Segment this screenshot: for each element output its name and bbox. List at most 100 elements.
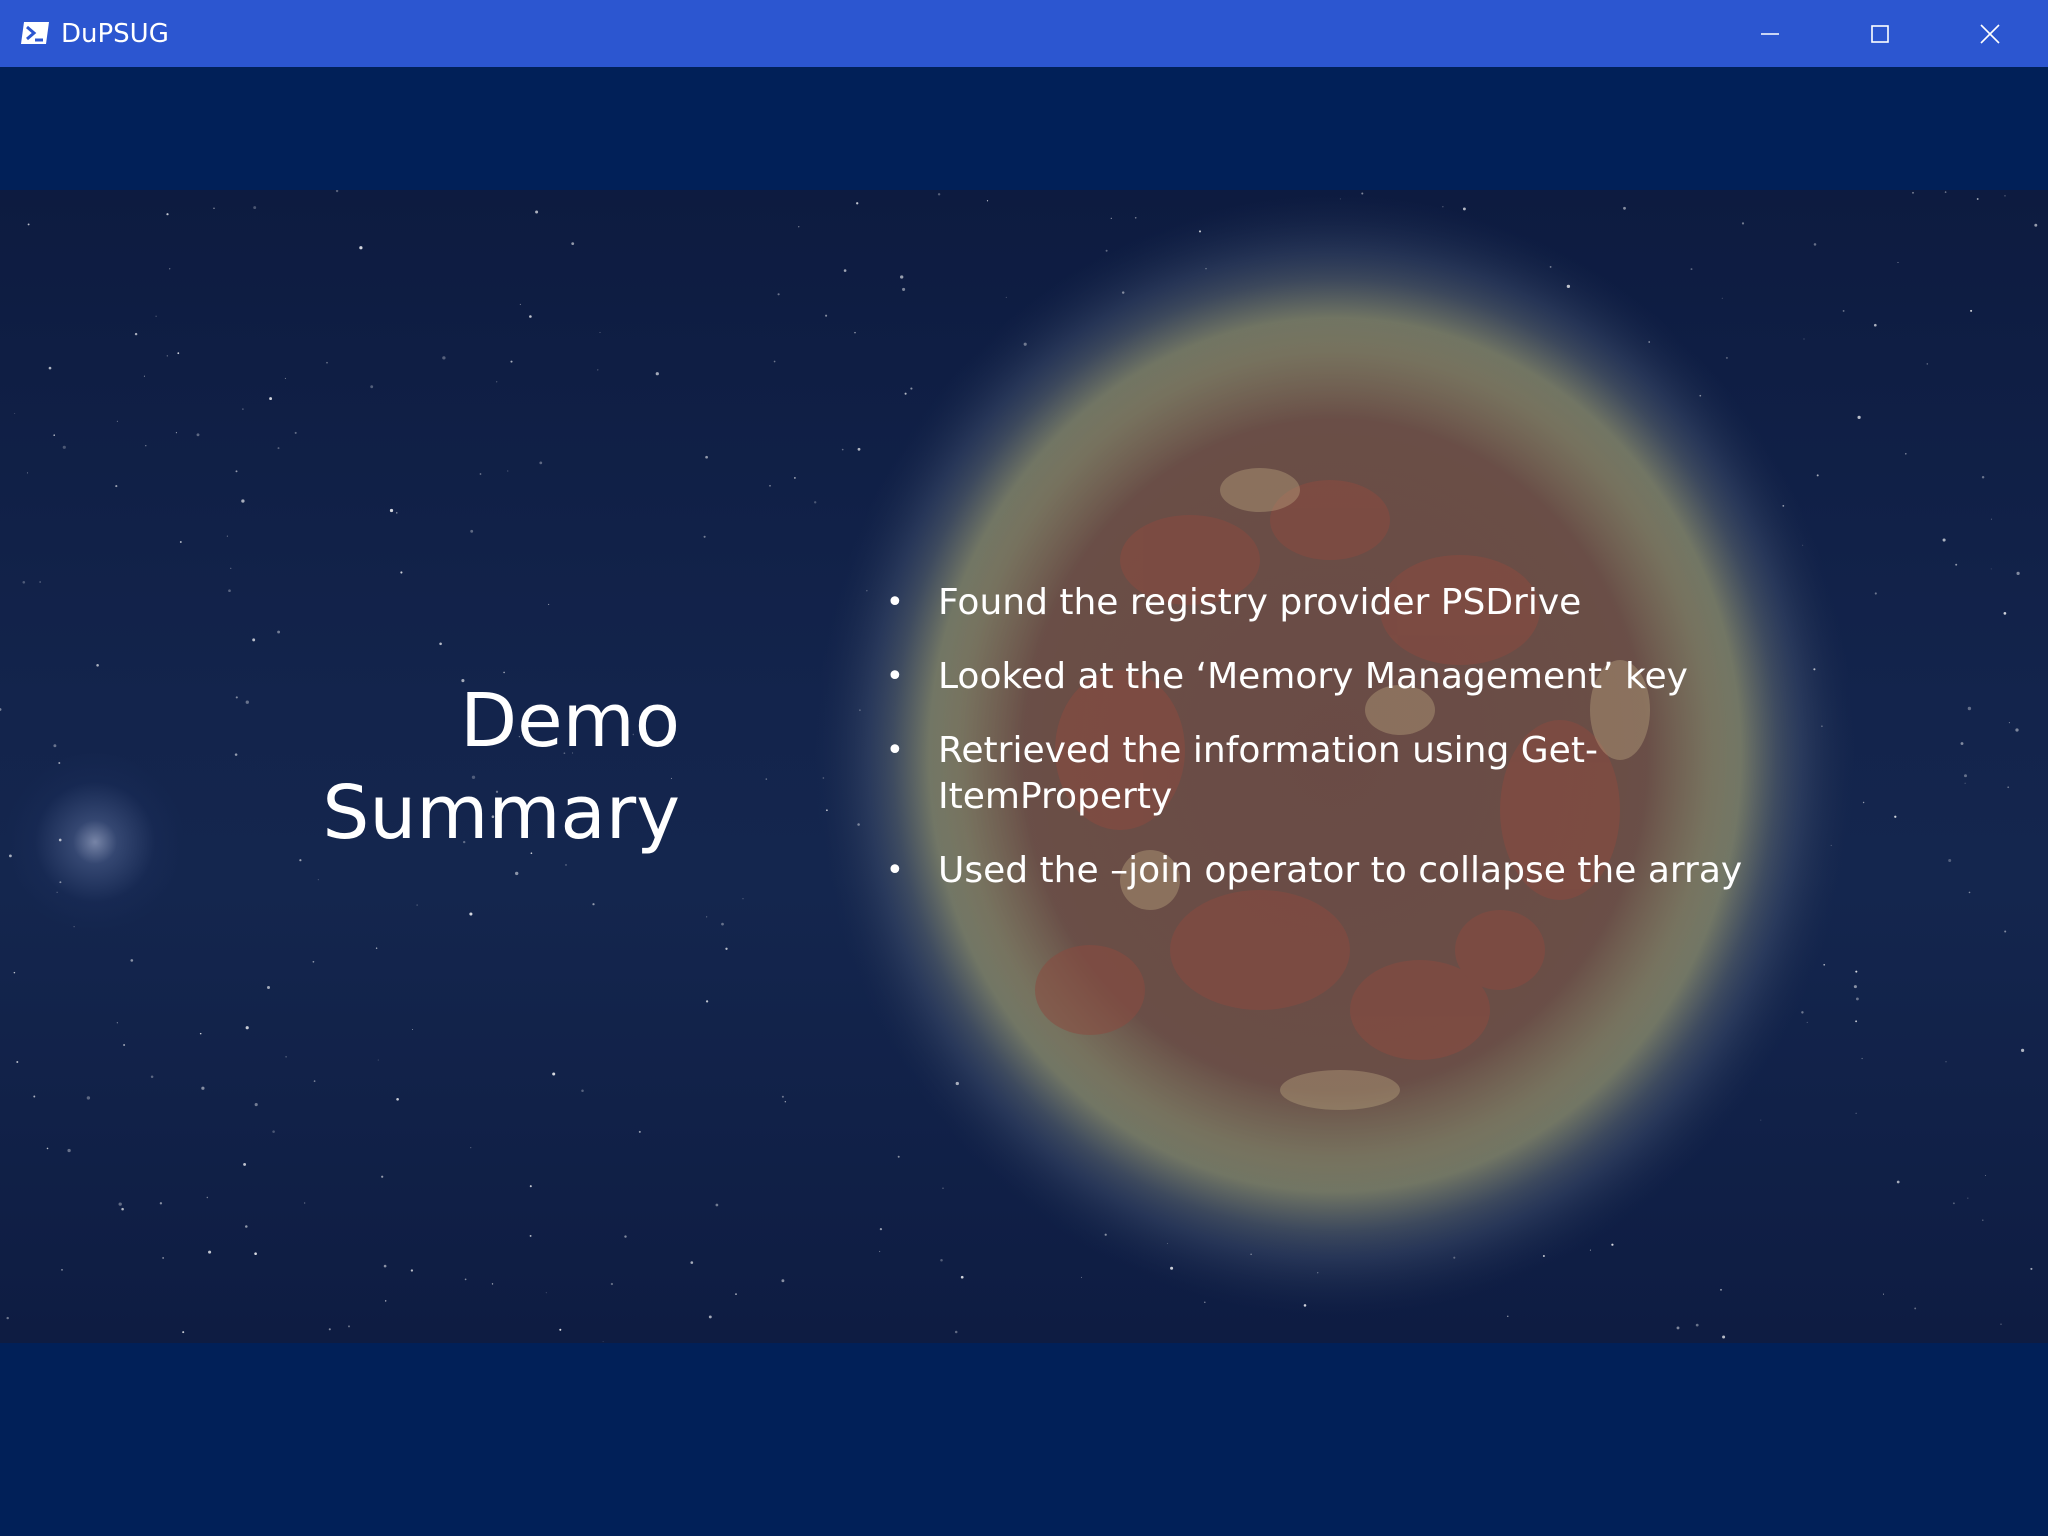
star <box>548 603 550 605</box>
star <box>73 926 75 928</box>
maximize-button[interactable] <box>1826 0 1934 67</box>
star <box>416 904 418 906</box>
star <box>39 581 41 583</box>
star <box>1926 363 1929 365</box>
star <box>955 1081 959 1086</box>
minimize-button[interactable] <box>1716 0 1824 67</box>
star <box>53 744 57 748</box>
star <box>825 314 828 317</box>
star <box>491 1283 494 1285</box>
star <box>535 210 539 214</box>
star <box>348 1325 350 1328</box>
star <box>245 1026 249 1030</box>
star <box>0 708 2 711</box>
star <box>2004 930 2007 933</box>
star <box>1442 206 1444 208</box>
star <box>1960 742 1964 745</box>
bullet-text: Looked at the ‘Memory Management’ key <box>938 656 1688 697</box>
star <box>1912 191 1914 194</box>
bullet-dot: • <box>886 659 904 694</box>
star <box>58 838 62 842</box>
star <box>1721 297 1723 299</box>
star <box>196 433 200 437</box>
star <box>519 303 521 305</box>
star <box>1861 1057 1863 1060</box>
star <box>902 287 906 291</box>
star <box>1453 1256 1456 1259</box>
star <box>602 1340 604 1342</box>
star <box>1134 216 1137 219</box>
star <box>9 854 12 858</box>
star <box>1855 1112 1857 1114</box>
star <box>529 1234 532 1237</box>
star <box>53 434 55 436</box>
star <box>335 190 339 193</box>
star <box>470 1146 472 1149</box>
star <box>328 1328 331 1331</box>
bullet-text: Used the –join operator to collapse the … <box>938 850 1743 891</box>
star <box>2003 612 2007 615</box>
star <box>1170 1266 1174 1270</box>
star <box>1942 538 1946 542</box>
close-button[interactable] <box>1936 0 2044 67</box>
star <box>243 1162 247 1166</box>
star <box>1967 1197 1969 1199</box>
star <box>166 355 168 357</box>
star <box>1990 568 1992 570</box>
star <box>857 447 861 451</box>
star <box>866 590 868 592</box>
star <box>1589 1249 1591 1251</box>
star <box>715 1203 719 1207</box>
star <box>1948 859 1952 862</box>
star <box>1873 323 1877 327</box>
star <box>610 1282 614 1286</box>
star <box>581 1089 584 1093</box>
star <box>879 1227 883 1231</box>
title-bar[interactable]: DuPSUG <box>0 0 2048 67</box>
presentation-window: DuPSUG Demo Summary • Found the registry… <box>0 0 2048 1536</box>
star <box>48 366 52 370</box>
slide: Demo Summary • Found the registry provid… <box>0 190 2048 1343</box>
star <box>226 535 228 537</box>
star <box>396 1097 399 1101</box>
close-icon <box>1979 23 2001 45</box>
star <box>1462 207 1466 211</box>
star <box>479 473 482 475</box>
powershell-icon <box>20 20 50 46</box>
star <box>115 485 118 488</box>
star <box>67 1148 71 1153</box>
star <box>1981 475 1985 479</box>
star <box>1802 544 1804 546</box>
star <box>794 477 796 479</box>
star <box>503 671 505 674</box>
star <box>284 377 286 379</box>
star <box>841 448 844 451</box>
star <box>317 879 319 881</box>
star <box>1816 474 1819 477</box>
star <box>1853 985 1857 989</box>
star <box>1110 217 1112 219</box>
star <box>312 960 315 963</box>
star <box>1023 342 1027 346</box>
star <box>638 1130 641 1133</box>
star <box>96 664 99 667</box>
star <box>1882 1293 1885 1295</box>
star <box>940 1258 943 1262</box>
star <box>400 571 403 574</box>
star <box>1855 997 1859 1001</box>
star <box>2021 1048 2025 1052</box>
star <box>464 1278 467 1281</box>
star <box>150 1075 154 1079</box>
star <box>254 1103 258 1107</box>
star <box>822 777 825 779</box>
bullet-item: • Looked at the ‘Memory Management’ key <box>880 654 1818 700</box>
star <box>742 898 744 900</box>
star <box>781 1279 785 1283</box>
star <box>1914 1307 1917 1310</box>
star <box>1699 394 1702 397</box>
star <box>510 360 513 363</box>
star <box>859 709 861 712</box>
star <box>1198 230 1202 233</box>
star <box>1760 1119 1762 1121</box>
slide-title-line-2: Summary <box>322 770 680 856</box>
